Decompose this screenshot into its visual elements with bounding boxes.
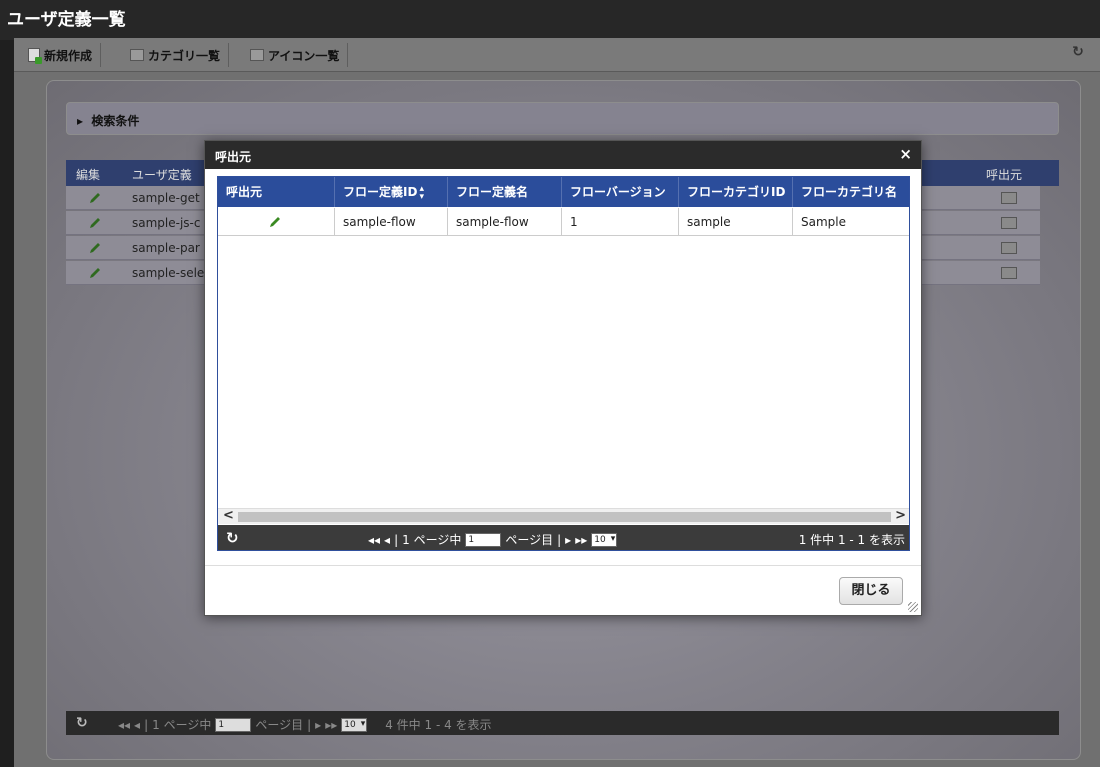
prev-page-icon[interactable]: ◂ [384,533,390,547]
calendar-icon[interactable] [1001,217,1017,229]
column-header-flow-name[interactable]: フロー定義名 [448,177,562,207]
last-page-icon[interactable]: ▸▸ [325,718,337,732]
new-button-label: 新規作成 [44,48,93,63]
page-suffix-label: ページ目 [255,718,304,732]
pager-separator: | [144,717,149,732]
dialog-divider [205,565,921,566]
row-name: sample-sele [132,266,205,280]
column-header-user-definition[interactable]: ユーザ定義 [132,166,192,183]
pager: ◂◂ ◂ | 1 ページ中 1 ページ目 | ▸ ▸▸ 10 [368,531,618,548]
app-window: ユーザ定義一覧 新規作成 カテゴリ一覧 アイコン一覧 ↻ ▸ 検索条件 編集 ユ… [0,0,1100,767]
pager-separator: | [557,532,562,547]
expand-arrow-icon: ▸ [77,114,84,128]
list-icon [250,49,264,61]
caller-dialog: 呼出元 × 呼出元 フロー定義ID ▴ ▾ フロー定義名 フローバージョン フローカ… [204,140,922,616]
caller-grid-footer: ↻ ◂◂ ◂ | 1 ページ中 1 ページ目 | ▸ ▸▸ 10 1 件中 1 … [218,525,909,550]
cell-category-name: Sample [793,208,909,236]
rows-per-page-select[interactable]: 10 [591,532,618,547]
new-document-icon [28,48,42,64]
page-suffix-label: ページ目 [505,533,554,547]
pager: ◂◂ ◂ | 1 ページ中 1 ページ目 | ▸ ▸▸ 10 4 件中 1 - … [118,716,492,733]
pager-separator: | [394,532,399,547]
category-list-label: カテゴリ一覧 [148,48,221,63]
refresh-icon[interactable]: ↻ [1070,44,1086,60]
pencil-icon[interactable] [88,266,102,280]
column-header-flow-category-name[interactable]: フローカテゴリ名 [793,177,909,207]
new-button[interactable]: 新規作成 [20,43,102,67]
page-number-input[interactable]: 1 [215,717,252,732]
calendar-icon[interactable] [1001,242,1017,254]
search-conditions-toggle[interactable]: ▸ 検索条件 [66,102,1059,135]
column-header-caller: 呼出元 [218,177,335,207]
search-conditions-label: 検索条件 [91,114,140,128]
row-name: sample-par [132,241,200,255]
icon-list-button[interactable]: アイコン一覧 [242,43,349,67]
pencil-icon[interactable] [88,241,102,255]
row-name: sample-get [132,191,200,205]
refresh-icon[interactable]: ↻ [226,529,239,547]
toolbar: 新規作成 カテゴリ一覧 アイコン一覧 ↻ [14,38,1100,72]
first-page-icon[interactable]: ◂◂ [118,718,130,732]
first-page-icon[interactable]: ◂◂ [368,533,380,547]
scrollbar-thumb[interactable] [238,512,891,522]
record-count: 4 件中 1 - 4 を表示 [385,718,492,732]
cell-flow-version: 1 [562,208,679,236]
horizontal-scrollbar[interactable]: < > [218,508,909,524]
sort-icon[interactable]: ▴ ▾ [419,184,424,201]
grid-footer: ↻ ◂◂ ◂ | 1 ページ中 1 ページ目 | ▸ ▸▸ 10 4 件中 1 … [66,711,1059,735]
icon-list-label: アイコン一覧 [268,48,340,63]
category-list-button[interactable]: カテゴリ一覧 [122,43,230,67]
cell-category-id: sample [679,208,793,236]
pencil-icon[interactable] [88,191,102,205]
pencil-icon[interactable] [268,215,282,229]
dialog-title: 呼出元 [215,150,252,164]
list-icon [130,49,144,61]
caller-grid: 呼出元 フロー定義ID ▴ ▾ フロー定義名 フローバージョン フローカテゴリID … [217,176,910,551]
record-count: 1 件中 1 - 1 を表示 [798,533,905,547]
column-header-flow-id-label: フロー定義ID [343,185,418,199]
resize-handle[interactable] [908,602,918,612]
cell-flow-id: sample-flow [335,208,448,236]
cell-caller [218,208,335,236]
page-title: ユーザ定義一覧 [7,10,126,30]
column-header-flow-id[interactable]: フロー定義ID ▴ ▾ [335,177,448,207]
caller-grid-header: 呼出元 フロー定義ID ▴ ▾ フロー定義名 フローバージョン フローカテゴリID … [218,177,909,207]
column-header-flow-category-id[interactable]: フローカテゴリID [679,177,793,207]
scroll-right-icon[interactable]: > [895,508,906,523]
next-page-icon[interactable]: ▸ [315,718,321,732]
column-header-edit: 編集 [76,168,101,182]
refresh-icon[interactable]: ↻ [76,715,88,731]
prev-page-icon[interactable]: ◂ [134,718,140,732]
column-header-flow-version[interactable]: フローバージョン [562,177,679,207]
scroll-left-icon[interactable]: < [223,508,234,523]
rows-per-page-select[interactable]: 10 [341,717,368,732]
next-page-icon[interactable]: ▸ [565,533,571,547]
page-of-label: 1 ページ中 [152,718,212,732]
pencil-icon[interactable] [88,216,102,230]
page-of-label: 1 ページ中 [402,533,462,547]
cell-flow-name: sample-flow [448,208,562,236]
last-page-icon[interactable]: ▸▸ [575,533,587,547]
table-row[interactable]: sample-flow sample-flow 1 sample Sample [218,208,909,236]
dialog-title-bar: 呼出元 × [205,141,921,169]
column-header-caller: 呼出元 [986,168,1023,182]
title-bar: ユーザ定義一覧 [0,0,1100,40]
close-button[interactable]: 閉じる [839,577,903,605]
pager-separator: | [307,717,312,732]
close-icon[interactable]: × [899,145,912,163]
calendar-icon[interactable] [1001,192,1017,204]
page-number-input[interactable]: 1 [465,532,502,547]
calendar-icon[interactable] [1001,267,1017,279]
row-name: sample-js-c [132,216,201,230]
